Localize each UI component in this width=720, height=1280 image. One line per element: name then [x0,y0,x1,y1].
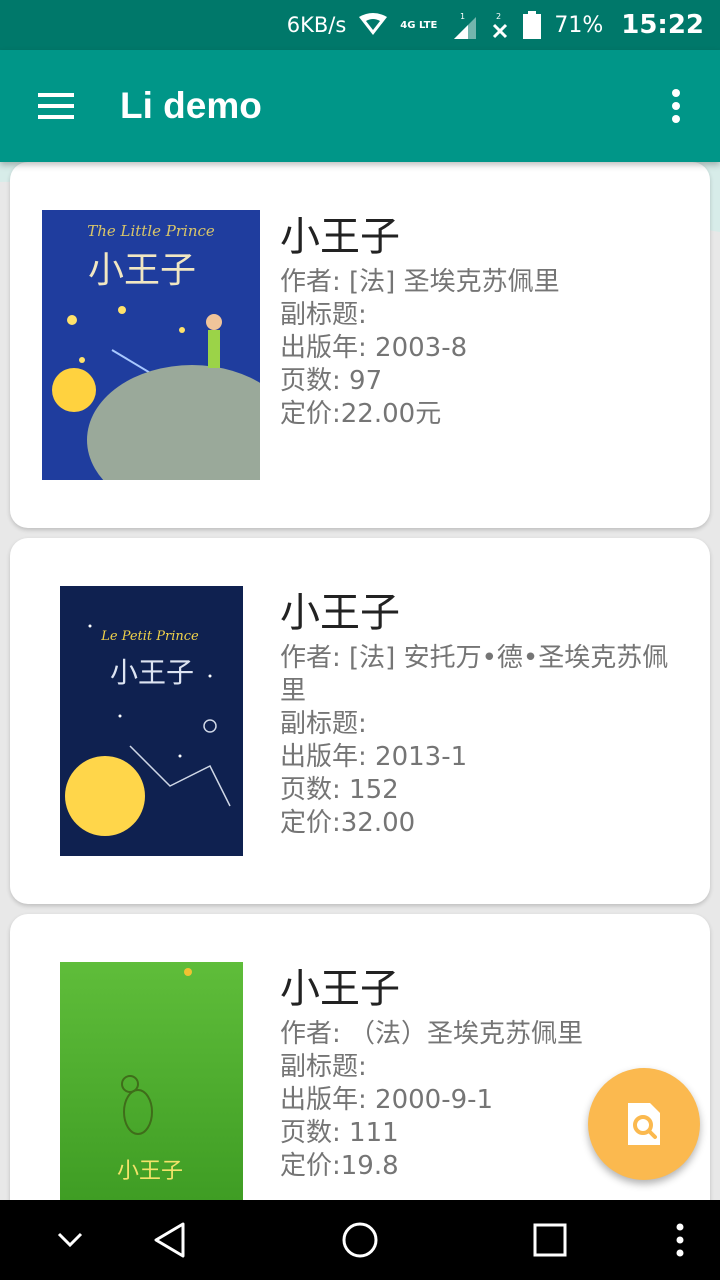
wifi-icon [358,13,388,37]
book-author: 作者: [法] 安托万•德•圣埃克苏佩里 [280,643,669,706]
back-icon[interactable] [130,1200,210,1280]
app-bar: Li demo [0,50,720,162]
signal-icon: 1 [452,11,478,39]
network-type: 4G LTE [400,19,438,31]
recents-icon[interactable] [510,1200,590,1280]
cover-top-text: The Little Prince [87,222,215,240]
more-vert-icon[interactable] [640,1200,720,1280]
network-type-label: 4G LTE [400,20,440,31]
book-price: 定价:32.00 [280,808,416,838]
book-card[interactable]: Le Petit Prince 小王子 小王子 作者: [法] 安托万•德•圣埃… [10,538,710,904]
book-price: 定价:22.00元 [280,399,442,429]
cover-title-text: 小王子 [117,1159,183,1184]
book-cover-image: The Little Prince 小王子 [42,210,260,480]
home-icon[interactable] [320,1200,400,1280]
book-title: 小王子 [280,214,400,260]
book-author: 作者: [法] 圣埃克苏佩里 [280,267,560,297]
chevron-down-icon[interactable] [30,1200,110,1280]
book-author: 作者: （法）圣埃克苏佩里 [280,1019,584,1049]
book-subtitle: 副标题: [280,709,367,739]
book-year: 出版年: 2003-8 [280,333,468,363]
book-year: 出版年: 2013-1 [280,742,468,772]
book-pages: 页数: 152 [280,775,399,805]
status-bar: 6KB/s 4G LTE 1 2 71% 15:22 [0,0,720,50]
more-vert-icon[interactable] [632,50,720,162]
book-list[interactable]: The Little Prince 小王子 小王子 作者: [法] 圣埃克苏佩里… [0,162,720,1200]
book-cover-image: 小王子 [60,962,243,1200]
clock: 15:22 [621,10,704,40]
hamburger-menu-icon[interactable] [0,50,112,162]
book-info: 小王子 作者: [法] 圣埃克苏佩里 副标题: 出版年: 2003-8 页数: … [280,212,680,431]
cover-title-text: 小王子 [110,656,194,689]
battery-icon [522,10,542,40]
book-subtitle: 副标题: [280,300,367,330]
sim-badge-2: 2 [496,12,501,21]
book-cover-image: Le Petit Prince 小王子 [60,586,243,856]
no-signal-icon: 2 [490,11,510,39]
cover-title-text: 小王子 [88,250,196,291]
navigation-bar [0,1200,720,1280]
net-speed: 6KB/s [286,13,347,37]
book-pages: 页数: 97 [280,366,383,396]
book-card[interactable]: The Little Prince 小王子 小王子 作者: [法] 圣埃克苏佩里… [10,162,710,528]
cover-top-text: Le Petit Prince [100,629,199,644]
book-title: 小王子 [280,966,400,1012]
battery-percent: 71% [554,12,604,38]
book-info: 小王子 作者: [法] 安托万•德•圣埃克苏佩里 副标题: 出版年: 2013-… [280,588,680,840]
book-title: 小王子 [280,590,400,636]
search-document-icon [628,1103,660,1145]
sim-badge-1: 1 [460,12,465,21]
app-title: Li demo [120,85,262,126]
search-fab[interactable] [588,1068,700,1180]
